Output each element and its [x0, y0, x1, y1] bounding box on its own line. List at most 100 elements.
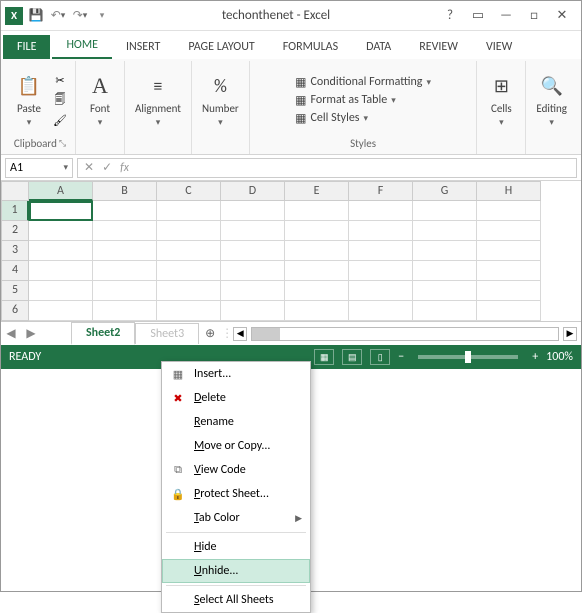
cell[interactable]: [285, 261, 349, 281]
row-header[interactable]: 3: [1, 241, 29, 261]
tab-insert[interactable]: INSERT: [112, 35, 174, 59]
format-painter-icon[interactable]: 🖌: [51, 111, 69, 129]
sheet-tab[interactable]: Sheet3: [135, 323, 199, 344]
menu-unhide[interactable]: Unhide...: [162, 559, 310, 583]
zoom-in-icon[interactable]: +: [532, 350, 538, 364]
col-header[interactable]: H: [477, 181, 541, 201]
cell[interactable]: [349, 201, 413, 221]
row-header[interactable]: 1: [1, 201, 29, 221]
new-sheet-icon[interactable]: ⊕: [199, 326, 221, 341]
cell[interactable]: [477, 301, 541, 321]
cell[interactable]: [477, 221, 541, 241]
hscroll-track[interactable]: [251, 327, 559, 341]
cell[interactable]: [413, 261, 477, 281]
cell[interactable]: [477, 241, 541, 261]
enter-icon[interactable]: ✓: [102, 160, 112, 175]
col-header[interactable]: D: [221, 181, 285, 201]
minimize-icon[interactable]: —: [497, 8, 515, 23]
cell[interactable]: [349, 241, 413, 261]
cell[interactable]: [157, 281, 221, 301]
cell[interactable]: [285, 281, 349, 301]
cell[interactable]: [349, 281, 413, 301]
font-button[interactable]: A Font ▾: [82, 68, 118, 132]
zoom-slider[interactable]: [418, 355, 518, 359]
cell[interactable]: [29, 201, 93, 221]
row-header[interactable]: 4: [1, 261, 29, 281]
page-break-view-icon[interactable]: ▯: [370, 349, 390, 365]
close-icon[interactable]: ✕: [553, 8, 571, 23]
cell[interactable]: [221, 201, 285, 221]
cell[interactable]: [285, 221, 349, 241]
col-header[interactable]: G: [413, 181, 477, 201]
page-layout-view-icon[interactable]: ▤: [342, 349, 362, 365]
hscroll-thumb[interactable]: [252, 328, 280, 340]
cell[interactable]: [93, 221, 157, 241]
cell[interactable]: [413, 281, 477, 301]
col-header[interactable]: A: [29, 181, 93, 201]
number-button[interactable]: % Number ▾: [198, 68, 243, 132]
cell[interactable]: [93, 261, 157, 281]
cell[interactable]: [93, 281, 157, 301]
editing-button[interactable]: 🔍 Editing ▾: [532, 68, 571, 132]
sheet-nav-next-icon[interactable]: ▶: [21, 326, 41, 341]
cell[interactable]: [29, 281, 93, 301]
sheet-tab-active[interactable]: Sheet2: [71, 322, 135, 345]
paste-button[interactable]: 📋 Paste ▾: [11, 68, 47, 132]
cell[interactable]: [285, 301, 349, 321]
tab-page-layout[interactable]: PAGE LAYOUT: [174, 35, 268, 59]
cell[interactable]: [157, 221, 221, 241]
help-icon[interactable]: ?: [441, 8, 459, 23]
cell[interactable]: [29, 241, 93, 261]
save-icon[interactable]: 💾: [27, 7, 45, 25]
copy-icon[interactable]: 🗐: [51, 91, 69, 109]
undo-icon[interactable]: ↶▾: [49, 7, 67, 25]
cell[interactable]: [221, 261, 285, 281]
cell[interactable]: [221, 281, 285, 301]
menu-protect-sheet[interactable]: 🔒Protect Sheet...: [162, 482, 310, 506]
hscroll-left-icon[interactable]: ◀: [233, 327, 247, 341]
menu-tab-color[interactable]: Tab Color▶: [162, 506, 310, 530]
format-as-table-button[interactable]: ▦Format as Table▾: [295, 93, 431, 108]
cells-button[interactable]: ⊞ Cells ▾: [483, 68, 519, 132]
col-header[interactable]: C: [157, 181, 221, 201]
cell[interactable]: [157, 241, 221, 261]
hscroll-right-icon[interactable]: ▶: [563, 327, 577, 341]
zoom-out-icon[interactable]: −: [398, 350, 404, 364]
cell[interactable]: [157, 261, 221, 281]
sheet-nav-prev-icon[interactable]: ◀: [1, 326, 21, 341]
cell[interactable]: [221, 301, 285, 321]
cell[interactable]: [477, 281, 541, 301]
cell[interactable]: [349, 221, 413, 241]
cell[interactable]: [285, 241, 349, 261]
menu-rename[interactable]: Rename: [162, 410, 310, 434]
cell[interactable]: [93, 201, 157, 221]
cell[interactable]: [349, 301, 413, 321]
restore-icon[interactable]: □: [525, 8, 543, 23]
cell[interactable]: [157, 301, 221, 321]
cell[interactable]: [93, 241, 157, 261]
tab-view[interactable]: VIEW: [472, 35, 526, 59]
cell[interactable]: [93, 301, 157, 321]
fx-icon[interactable]: fx: [120, 161, 129, 175]
zoom-level[interactable]: 100%: [546, 350, 573, 364]
tab-data[interactable]: DATA: [352, 35, 405, 59]
cell-styles-button[interactable]: ▦Cell Styles▾: [295, 111, 431, 126]
cell[interactable]: [413, 301, 477, 321]
cell[interactable]: [29, 301, 93, 321]
tab-review[interactable]: REVIEW: [405, 35, 472, 59]
row-header[interactable]: 2: [1, 221, 29, 241]
cell[interactable]: [413, 241, 477, 261]
row-header[interactable]: 6: [1, 301, 29, 321]
cell[interactable]: [29, 261, 93, 281]
col-header[interactable]: F: [349, 181, 413, 201]
name-box[interactable]: A1▾: [5, 158, 73, 178]
cell[interactable]: [285, 201, 349, 221]
menu-hide[interactable]: Hide: [162, 535, 310, 559]
col-header[interactable]: B: [93, 181, 157, 201]
cell[interactable]: [29, 221, 93, 241]
redo-icon[interactable]: ↷▾: [71, 7, 89, 25]
tab-formulas[interactable]: FORMULAS: [269, 35, 352, 59]
cell[interactable]: [413, 201, 477, 221]
select-all-corner[interactable]: [1, 181, 29, 201]
cell[interactable]: [221, 221, 285, 241]
